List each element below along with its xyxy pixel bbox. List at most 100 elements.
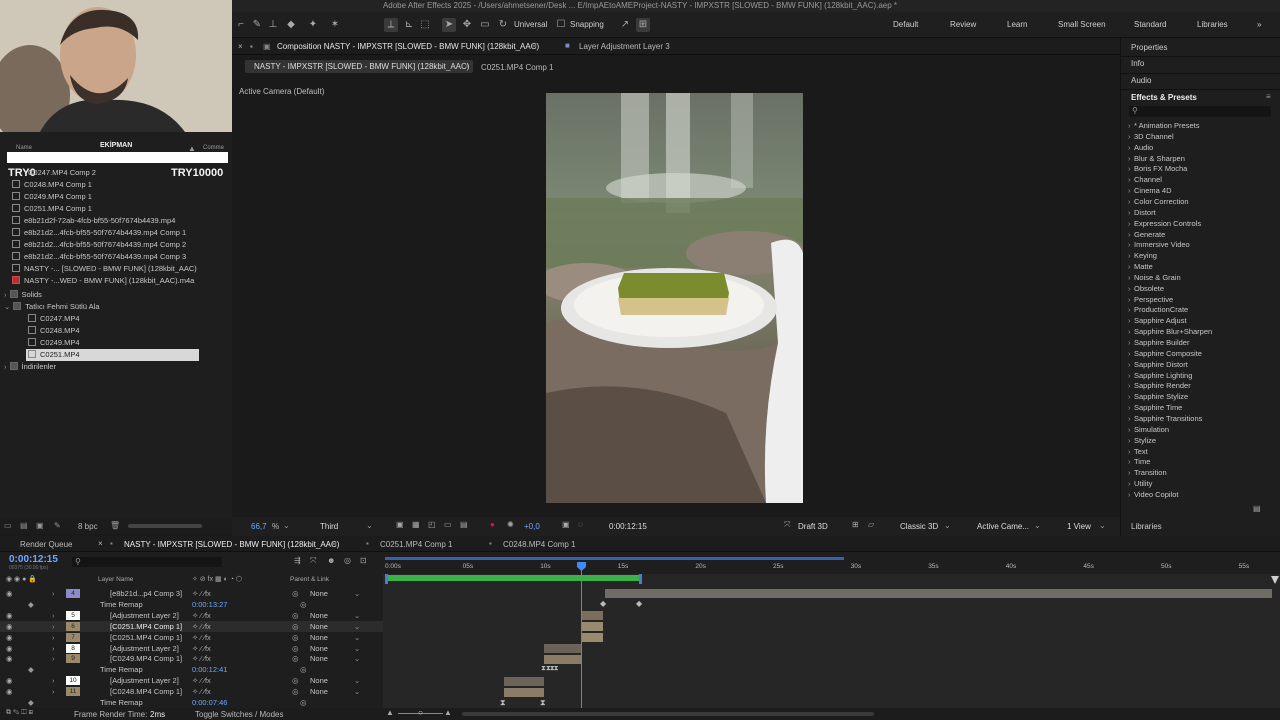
layer-row[interactable]: ◉ › 5 [Adjustment Layer 2] ✧ ⁄ ⁄fx ◎ None ⌄ [0, 610, 383, 621]
bpc-label[interactable]: 8 bpc [78, 522, 98, 531]
tool-icon[interactable]: ⌐ [234, 18, 248, 32]
effects-category[interactable]: › Channel [1128, 174, 1162, 185]
layer-name[interactable]: [e8b21d...p4 Comp 3] [110, 588, 182, 599]
snapping-checkbox[interactable]: ☐ [554, 18, 568, 32]
layer-label-color[interactable]: 7 [66, 632, 80, 642]
work-area-start[interactable] [385, 574, 388, 584]
work-area-bar[interactable] [385, 575, 641, 581]
panel-menu-icon[interactable]: ≡ [532, 41, 537, 50]
grid-icon[interactable]: ⊞ [636, 18, 650, 32]
parent-select[interactable]: None [310, 621, 328, 632]
transparency-grid-icon[interactable]: ▦ [412, 520, 420, 529]
settings-icon[interactable]: ✎ [54, 521, 61, 530]
project-item[interactable]: C0247.MP4 Comp 2 [28, 167, 96, 179]
audio-tab[interactable]: Audio [1131, 76, 1151, 85]
chevron-right-icon[interactable]: › [52, 675, 55, 686]
layer-bar[interactable] [581, 611, 603, 620]
effects-category[interactable]: › Sapphire Adjust [1128, 315, 1187, 326]
snapshot-icon[interactable]: ▣ [562, 520, 570, 529]
chevron-down-icon[interactable]: ⌄ [1034, 521, 1041, 530]
expression-pickwhip-icon[interactable]: ◎ [300, 664, 307, 675]
snapping-label[interactable]: Snapping [570, 20, 604, 29]
chevron-right-icon[interactable]: › [52, 621, 55, 632]
parent-select[interactable]: None [310, 675, 328, 686]
layer-bar[interactable] [504, 688, 544, 697]
info-tab[interactable]: Info [1131, 59, 1144, 68]
pickwhip-icon[interactable]: ◎ [292, 632, 299, 643]
timeline-tab-active[interactable]: NASTY - IMPXSTR [SLOWED - BMW FUNK] (128… [124, 540, 339, 549]
pickwhip-icon[interactable]: ◎ [292, 588, 299, 599]
keyframe-icon[interactable]: ⧗ [540, 698, 546, 708]
draft3d-icon[interactable]: ⤧ [784, 520, 790, 530]
time-remap-value[interactable]: 0:00:12:41 [192, 664, 227, 675]
effects-category[interactable]: › Matte [1128, 261, 1153, 272]
chevron-down-icon[interactable]: ⌄ [354, 632, 360, 643]
project-item[interactable]: e8b21d2...4fcb-bf55-50f7674b4439.mp4 Com… [12, 251, 186, 263]
breadcrumb-active[interactable]: NASTY - IMPXSTR [SLOWED - BMW FUNK] (128… [245, 60, 473, 73]
pickwhip-icon[interactable]: ◎ [292, 643, 299, 654]
comp-mini-flowchart-icon[interactable]: ⇶ [294, 556, 301, 565]
eraser-icon[interactable]: ◆ [284, 18, 298, 32]
keyframe-icon[interactable]: ⧗ ⧗⧗⧗ [541, 665, 559, 673]
layer-name-header[interactable]: Layer Name [98, 576, 133, 583]
visibility-eye-icon[interactable]: ◉ [6, 588, 13, 599]
project-item[interactable]: e8b21d2...4fcb-bf55-50f7674b4439.mp4 Com… [12, 239, 186, 251]
layer-row[interactable]: ◉ › 8 [Adjustment Layer 2] ✧ ⁄ ⁄fx ◎ None ⌄ [0, 643, 383, 654]
effects-category[interactable]: › Sapphire Composite [1128, 348, 1202, 359]
effects-category[interactable]: › Blur & Sharpen [1128, 153, 1185, 164]
lock-icon[interactable]: ▪ [250, 42, 253, 51]
effects-category[interactable]: › Cinema 4D [1128, 185, 1172, 196]
effects-category[interactable]: › Perspective [1128, 294, 1173, 305]
expression-pickwhip-icon[interactable]: ◎ [300, 697, 307, 708]
chevron-right-icon[interactable]: › [52, 686, 55, 697]
zoom-slider-handle[interactable]: ○ [418, 708, 423, 717]
workspace-standard[interactable]: Standard [1134, 20, 1166, 29]
timeline-timecode[interactable]: 0:00:12:15 [9, 554, 58, 565]
layer-switches[interactable]: ✧ ⁄ ⁄fx [192, 610, 211, 621]
chevron-down-icon[interactable]: ⌄ [354, 675, 360, 686]
effects-category[interactable]: › Simulation [1128, 424, 1169, 435]
layer-name[interactable]: [C0251.MP4 Comp 1] [110, 621, 182, 632]
layer-switches[interactable]: ✧ ⁄ ⁄fx [192, 588, 211, 599]
workspaces-more-icon[interactable]: » [1257, 20, 1261, 29]
property-name[interactable]: Time Remap [100, 697, 143, 708]
layer-row[interactable]: ◉ › 7 [C0251.MP4 Comp 1] ✧ ⁄ ⁄fx ◎ None ⌄ [0, 632, 383, 643]
timeline-tab-c0248[interactable]: C0248.MP4 Comp 1 [503, 540, 575, 549]
chevron-right-icon[interactable]: › [52, 588, 55, 599]
parent-select[interactable]: None [310, 632, 328, 643]
layer-panel-title[interactable]: Layer Adjustment Layer 3 [579, 42, 670, 51]
keyframe-icon[interactable]: ◆ [600, 599, 606, 608]
resolution-select[interactable]: Third [320, 522, 338, 531]
expression-pickwhip-icon[interactable]: ◎ [300, 599, 307, 610]
layer-name[interactable]: [Adjustment Layer 2] [110, 675, 179, 686]
project-item[interactable]: C0249.MP4 [28, 337, 80, 349]
effects-category[interactable]: › Immersive Video [1128, 239, 1190, 250]
project-item[interactable]: C0251.MP4 Comp 1 [12, 203, 92, 215]
visibility-eye-icon[interactable]: ◉ [6, 653, 13, 664]
zoom-value[interactable]: 66,7 [251, 522, 267, 531]
thumbnail-slider[interactable] [128, 524, 202, 528]
layer-bar[interactable] [581, 633, 603, 642]
motion-blur-icon[interactable]: ◎ [344, 556, 351, 565]
effects-category[interactable]: › Sapphire Stylize [1128, 391, 1188, 402]
draft3d-icon[interactable]: ⤧ [310, 556, 316, 566]
effects-category[interactable]: › Noise & Grain [1128, 272, 1181, 283]
panel-menu-icon[interactable]: ≡ [332, 539, 337, 548]
exposure-icon[interactable]: ✺ [507, 520, 514, 529]
3d-ground-icon[interactable]: ▱ [868, 520, 874, 529]
show-snapshot-icon[interactable]: ◌ [578, 520, 583, 529]
guides-icon[interactable]: ▭ [444, 520, 452, 529]
playhead-line[interactable] [581, 564, 582, 720]
effects-category[interactable]: › Distort [1128, 207, 1156, 218]
chevron-down-icon[interactable]: ⌄ [1099, 521, 1106, 530]
layer-label-color[interactable]: 6 [66, 621, 80, 631]
brush-icon[interactable]: ✎ [250, 18, 264, 32]
project-item[interactable]: NASTY -... [SLOWED - BMW FUNK] (128kbit_… [12, 263, 197, 275]
layer-row[interactable]: ◉ › 9 [C0249.MP4 Comp 1] ✧ ⁄ ⁄fx ◎ None ⌄ [0, 653, 383, 664]
render-queue-tab[interactable]: Render Queue [20, 540, 72, 549]
effects-category[interactable]: › Generate [1128, 229, 1165, 240]
keyframe-icon[interactable]: ◆ [636, 599, 642, 608]
layer-label-color[interactable]: 5 [66, 610, 80, 620]
layer-name[interactable]: [Adjustment Layer 2] [110, 643, 179, 654]
chevron-right-icon[interactable]: › [52, 653, 55, 664]
